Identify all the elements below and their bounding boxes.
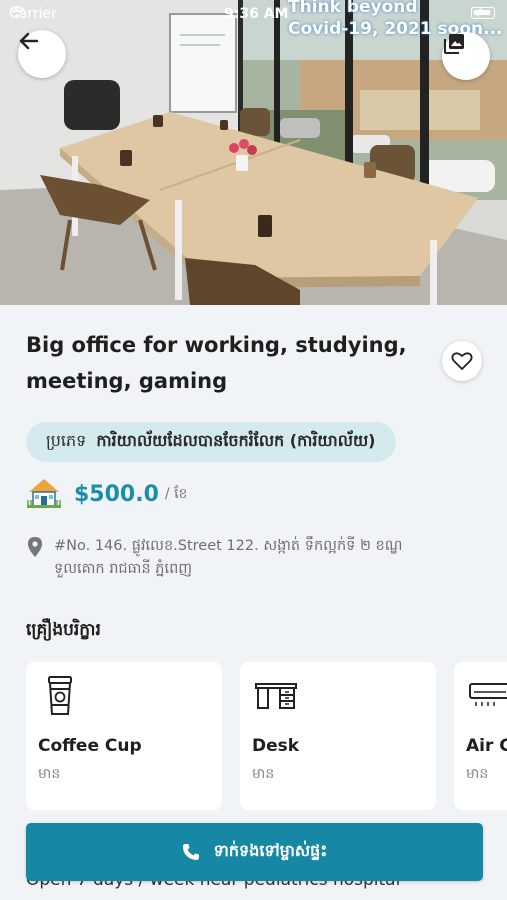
property-type-value: ការិយាល័យដែលបានចែករំលែក (ការិយាល័យ): [96, 431, 376, 450]
desk-icon: [255, 683, 297, 709]
contact-owner-label: ទាក់ទងទៅម្ចាស់ផ្ទះ: [213, 841, 328, 860]
office-room-photo: [0, 0, 507, 305]
wifi-icon: [9, 6, 25, 18]
amenity-name: Coffee Cup: [38, 736, 142, 756]
air-conditioner-icon: [469, 683, 507, 706]
listing-details: Big office for working, studying, meetin…: [0, 305, 507, 900]
favorite-button[interactable]: [442, 341, 482, 381]
status-right-icons: [471, 7, 495, 19]
gallery-button[interactable]: [442, 32, 490, 80]
carrier-indicator: Carrier: [9, 6, 57, 22]
amenity-card-coffee-cup: Coffee Cup មាន: [26, 662, 222, 810]
amenity-status: មាន: [252, 766, 275, 782]
house-icon: [27, 479, 61, 508]
location-pin-icon: [28, 537, 42, 557]
hero-photo[interactable]: Think beyond Covid-19, 2021 soon... Carr…: [0, 0, 507, 305]
photo-library-icon: [444, 34, 464, 54]
phone-icon: [182, 844, 199, 860]
listing-title: Big office for working, studying, meetin…: [26, 333, 407, 393]
amenity-card-air-conditioner: Air C មាន: [454, 662, 507, 810]
address-text: #No. 146. ផ្លូវលេខ.Street 122. សង្កាត់ ទ…: [54, 538, 403, 577]
status-bar: Carrier 9:36 AM: [0, 0, 507, 28]
contact-owner-button[interactable]: ទាក់ទងទៅម្ចាស់ផ្ទះ: [26, 823, 483, 881]
amenity-name: Air C: [466, 736, 507, 756]
amenity-card-desk: Desk មាន: [240, 662, 436, 810]
status-time: 9:36 AM: [224, 6, 289, 22]
amenity-status: មាន: [466, 766, 489, 782]
battery-icon: [471, 7, 495, 19]
coffee-cup-icon: [48, 676, 72, 715]
heart-outline-icon: [451, 352, 473, 370]
arrow-left-icon: [19, 32, 39, 50]
amenities-title: គ្រឿងបរិក្ខារ: [26, 620, 101, 640]
property-type-label: ប្រភេទ: [46, 431, 87, 450]
amenities-list[interactable]: Coffee Cup មាន Desk មាន Air C មាន: [26, 662, 507, 810]
back-button[interactable]: [18, 30, 66, 78]
address-row: #No. 146. ផ្លូវលេខ.Street 122. សង្កាត់ ទ…: [26, 535, 446, 581]
amenity-status: មាន: [38, 766, 61, 782]
price-period: / ខែ: [164, 485, 188, 502]
amenity-name: Desk: [252, 736, 300, 756]
property-type-pill: ប្រភេទ ការិយាល័យដែលបានចែករំលែក (ការិយាល័…: [26, 422, 396, 462]
price-value: $500.0: [74, 481, 159, 507]
price-row: $500.0 / ខែ: [26, 475, 187, 513]
